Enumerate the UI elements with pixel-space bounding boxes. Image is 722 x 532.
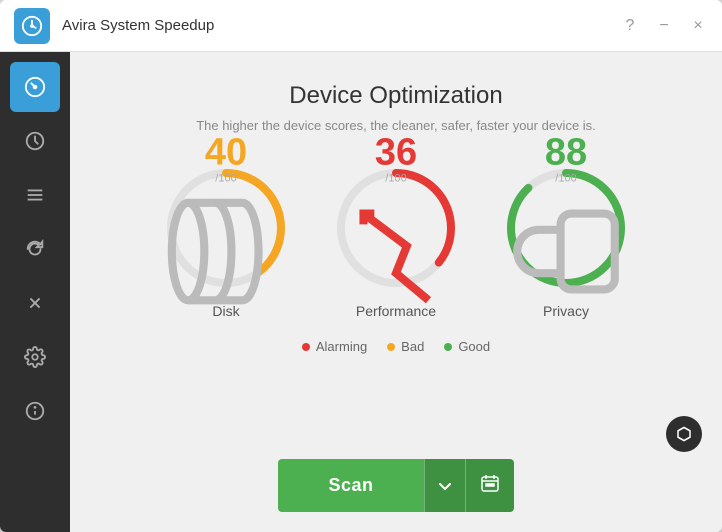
- scan-button[interactable]: Scan: [278, 459, 423, 512]
- disk-score-denom: /100: [215, 174, 236, 185]
- privacy-score-denom: /100: [555, 174, 576, 185]
- scan-calendar-button[interactable]: [465, 459, 514, 512]
- disk-circle: 40 /100: [161, 163, 291, 293]
- avira-badge[interactable]: [666, 416, 702, 452]
- performance-score-denom: /100: [385, 174, 406, 185]
- sidebar-item-speedometer[interactable]: [10, 62, 60, 112]
- sidebar-item-refresh[interactable]: [10, 224, 60, 274]
- privacy-score-inner: 88 /100: [501, 134, 631, 323]
- app-icon: [14, 8, 50, 44]
- sidebar-item-settings[interactable]: [10, 332, 60, 382]
- scan-row: Scan: [278, 459, 513, 512]
- sidebar-item-info[interactable]: [10, 386, 60, 436]
- disk-icon: [161, 187, 291, 323]
- close-button[interactable]: ×: [688, 16, 708, 36]
- sidebar-item-tools[interactable]: [10, 278, 60, 328]
- score-privacy: 88 /100 Privacy: [501, 163, 631, 319]
- privacy-circle: 88 /100: [501, 163, 631, 293]
- legend-bad: Bad: [387, 339, 424, 354]
- good-label: Good: [458, 339, 490, 354]
- legend: Alarming Bad Good: [302, 339, 490, 354]
- sidebar: [0, 52, 70, 532]
- performance-icon: [331, 187, 461, 323]
- scores-row: 40 /100 Disk: [161, 163, 631, 319]
- help-button[interactable]: ?: [620, 16, 640, 36]
- score-disk: 40 /100 Disk: [161, 163, 291, 319]
- bad-label: Bad: [401, 339, 424, 354]
- title-controls: ? − ×: [620, 16, 708, 36]
- bad-dot: [387, 343, 395, 351]
- title-bar: Avira System Speedup ? − ×: [0, 0, 722, 52]
- good-dot: [444, 343, 452, 351]
- performance-circle: 36 /100: [331, 163, 461, 293]
- alarming-dot: [302, 343, 310, 351]
- main-window: Avira System Speedup ? − ×: [0, 0, 722, 532]
- privacy-score-number: 88: [545, 134, 587, 172]
- legend-alarming: Alarming: [302, 339, 367, 354]
- content-area: Device Optimization The higher the devic…: [70, 52, 722, 532]
- performance-score-number: 36: [375, 134, 417, 172]
- minimize-button[interactable]: −: [654, 16, 674, 36]
- legend-good: Good: [444, 339, 490, 354]
- alarming-label: Alarming: [316, 339, 367, 354]
- disk-score-inner: 40 /100: [161, 134, 291, 323]
- page-title: Device Optimization: [289, 82, 502, 110]
- privacy-icon: [501, 187, 631, 323]
- disk-score-number: 40: [205, 134, 247, 172]
- sidebar-item-clock[interactable]: [10, 116, 60, 166]
- scan-dropdown-button[interactable]: [424, 459, 465, 512]
- window-title: Avira System Speedup: [62, 17, 620, 34]
- score-performance: 36 /100 Performance: [331, 163, 461, 319]
- sidebar-item-list[interactable]: [10, 170, 60, 220]
- performance-score-inner: 36 /100: [331, 134, 461, 323]
- main-layout: Device Optimization The higher the devic…: [0, 52, 722, 532]
